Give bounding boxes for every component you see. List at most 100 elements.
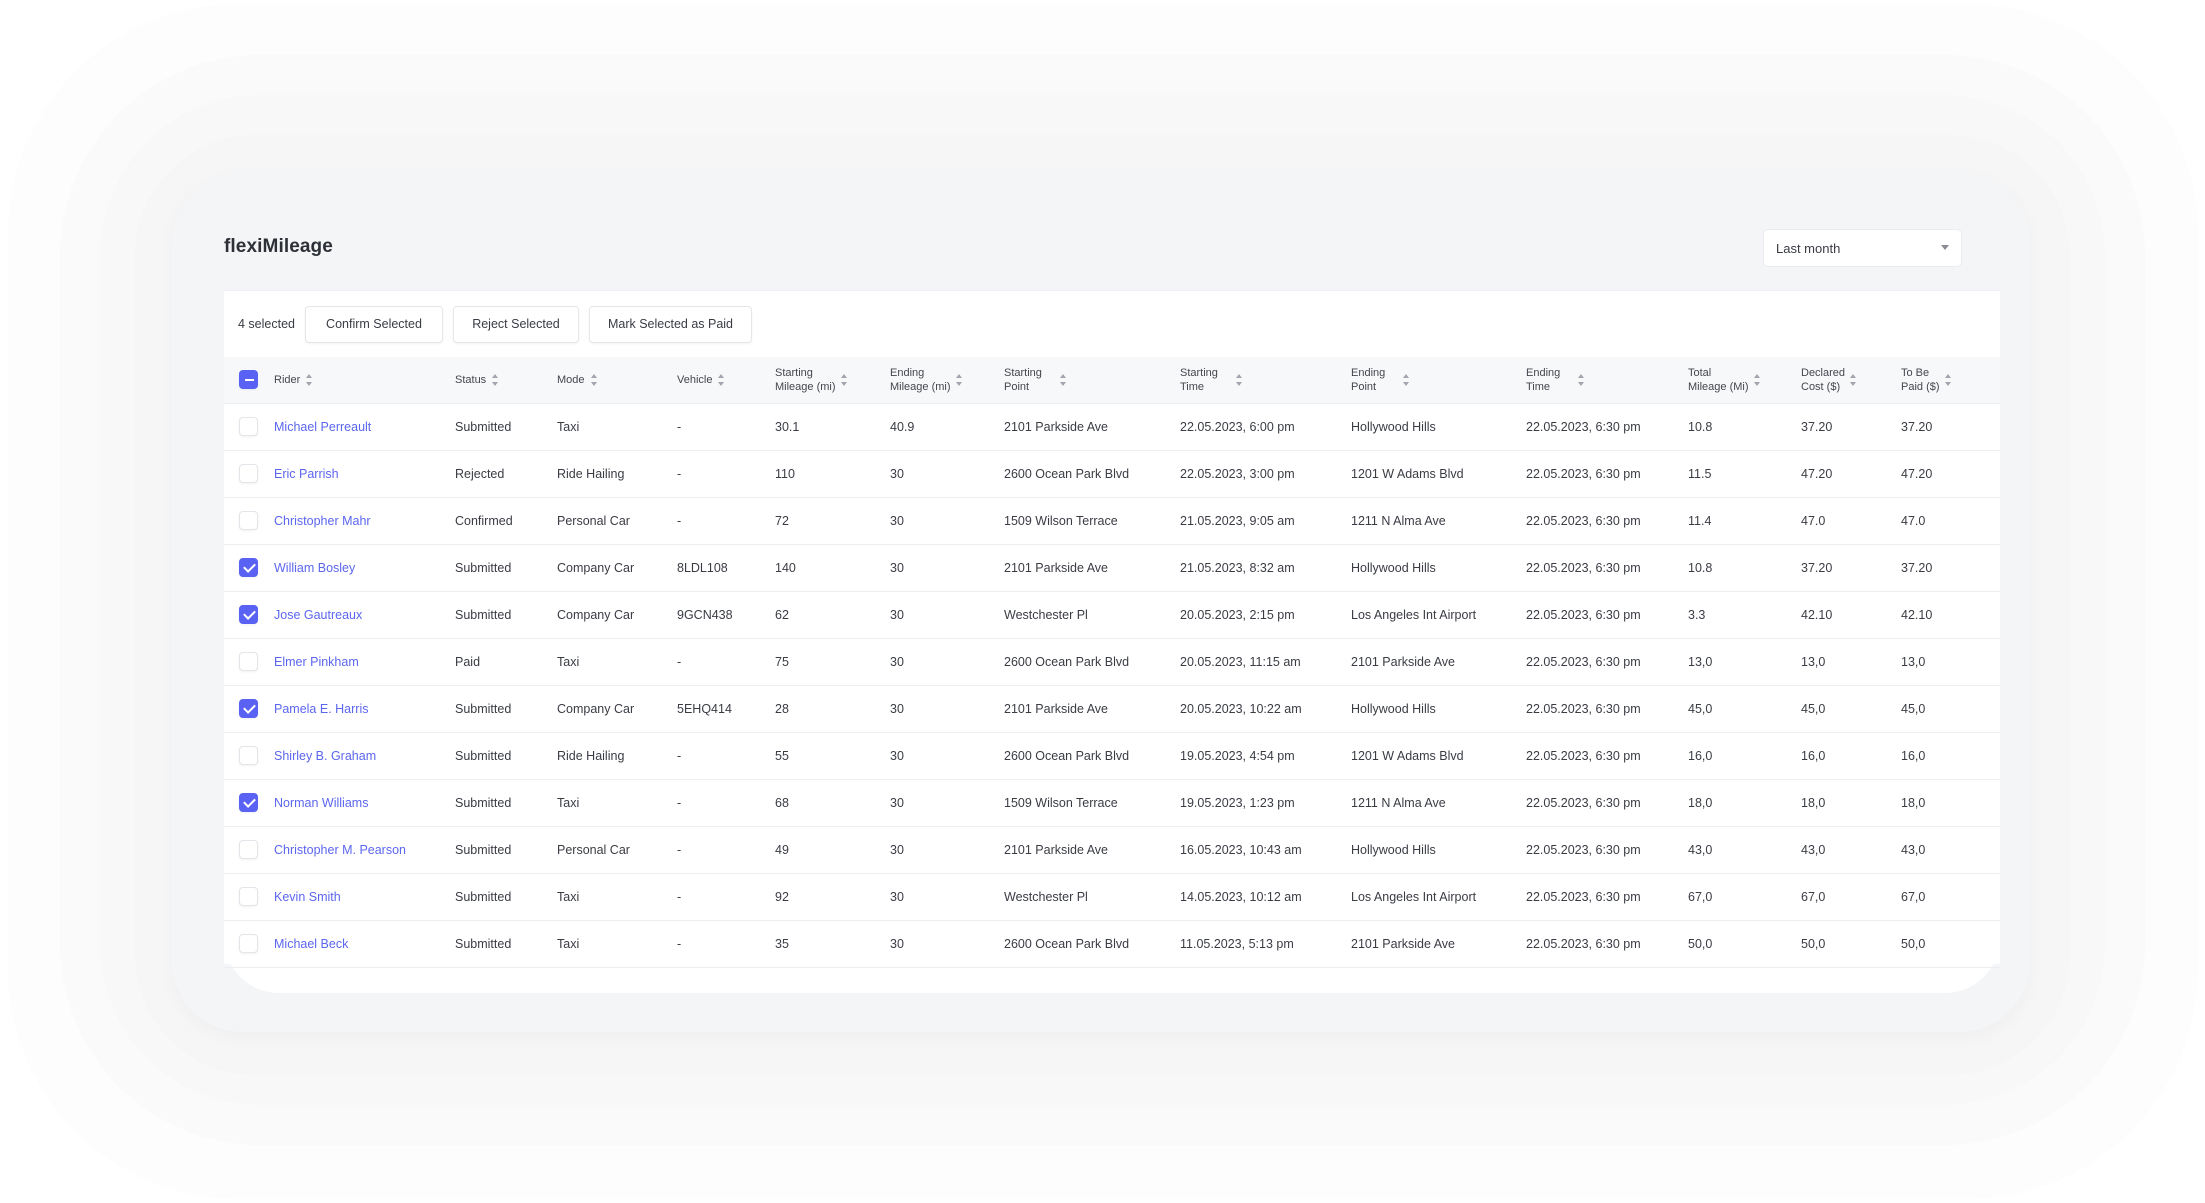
header-label: To Be Paid ($) xyxy=(1901,366,1940,394)
table-row[interactable]: Christopher M. Pearson Submitted Personal … xyxy=(224,826,2000,873)
mode-cell: Taxi xyxy=(557,936,580,951)
sort-icon[interactable] xyxy=(1753,373,1762,386)
starting-mileage-cell: 140 xyxy=(775,560,796,575)
starting-time-cell: 20.05.2023, 10:22 am xyxy=(1180,701,1302,716)
header-ending-point[interactable]: Ending Point xyxy=(1351,357,1526,404)
row-checkbox[interactable] xyxy=(239,934,258,953)
header-ending-time[interactable]: Ending Time xyxy=(1526,357,1688,404)
sort-icon[interactable] xyxy=(955,373,964,386)
total-mileage-cell: 13,0 xyxy=(1688,654,1713,669)
header-label-line2: Time xyxy=(1526,380,1551,393)
sort-icon[interactable] xyxy=(590,373,599,386)
sort-icon[interactable] xyxy=(1578,373,1586,386)
status-cell: Confirmed xyxy=(455,513,513,528)
rider-link[interactable]: Elmer Pinkham xyxy=(274,655,359,669)
table-row[interactable]: Jose Gautreaux Submitted Company Car 9GCN43… xyxy=(224,591,2000,638)
table-row[interactable]: William Bosley Submitted Company Car 8LDL10… xyxy=(224,544,2000,591)
rider-link[interactable]: Eric Parrish xyxy=(274,467,339,481)
row-checkbox[interactable] xyxy=(239,840,258,859)
date-range-select[interactable]: Last month xyxy=(1763,229,1962,267)
sort-icon[interactable] xyxy=(1403,373,1411,386)
header-to-be-paid[interactable]: To Be Paid ($) xyxy=(1901,357,2000,404)
rider-link[interactable]: William Bosley xyxy=(274,561,355,575)
row-select-cell xyxy=(224,591,274,638)
sort-icon[interactable] xyxy=(1850,373,1858,386)
table-row[interactable]: Eric Parrish Rejected Ride Hailing - 110 30 26… xyxy=(224,450,2000,497)
header-mode[interactable]: Mode xyxy=(557,357,677,404)
declared-cost-cell: 42.10 xyxy=(1801,607,1833,622)
ending-point-cell: Hollywood Hills xyxy=(1351,560,1436,575)
sort-icon[interactable] xyxy=(718,373,726,386)
select-all-checkbox[interactable] xyxy=(239,370,258,390)
header-starting-point[interactable]: Starting Point xyxy=(1004,357,1180,404)
vehicle-cell: 5EHQ414 xyxy=(677,701,732,716)
header-ending-mileage[interactable]: Ending Mileage (mi) xyxy=(890,357,1004,404)
starting-point-cell: Westchester Pl xyxy=(1004,607,1088,622)
row-checkbox[interactable] xyxy=(239,464,258,483)
table-row[interactable]: Christopher Mahr Confirmed Personal Car - 72… xyxy=(224,497,2000,544)
table-body: Michael Perreault Submitted Taxi - 30.1 40.9 2… xyxy=(224,403,2000,967)
row-checkbox[interactable] xyxy=(239,887,258,906)
reject-selected-button[interactable]: Reject Selected xyxy=(452,305,579,343)
header-starting-mileage[interactable]: Starting Mileage (mi) xyxy=(775,357,890,404)
ending-time-cell: 22.05.2023, 6:30 pm xyxy=(1526,560,1641,575)
sort-icon[interactable] xyxy=(1059,373,1068,386)
header-vehicle[interactable]: Vehicle xyxy=(677,357,775,404)
header-declared-cost[interactable]: Declared Cost ($) xyxy=(1801,357,1901,404)
header-status[interactable]: Status xyxy=(455,357,557,404)
rider-link[interactable]: Christopher Mahr xyxy=(274,514,371,528)
rider-cell: William Bosley xyxy=(274,544,455,591)
table-row[interactable]: Elmer Pinkham Paid Taxi - 75 30 2600 Ocean Par… xyxy=(224,638,2000,685)
sort-icon[interactable] xyxy=(1235,373,1244,386)
rider-link[interactable]: Norman Williams xyxy=(274,796,368,810)
rider-link[interactable]: Pamela E. Harris xyxy=(274,702,368,716)
row-checkbox[interactable] xyxy=(239,793,258,812)
table-row[interactable]: Pamela E. Harris Submitted Company Car 5EHQ… xyxy=(224,685,2000,732)
header-label: Ending Time xyxy=(1526,366,1560,394)
table-row[interactable]: Shirley B. Graham Submitted Ride Hailing - 5… xyxy=(224,732,2000,779)
sort-icon[interactable] xyxy=(1944,373,1953,386)
header-label: Vehicle xyxy=(677,373,712,387)
sort-icon[interactable] xyxy=(840,373,849,386)
declared-cost-cell: 18,0 xyxy=(1801,795,1826,810)
ending-time-cell: 22.05.2023, 6:30 pm xyxy=(1526,889,1641,904)
rider-link[interactable]: Christopher M. Pearson xyxy=(274,843,406,857)
rider-link[interactable]: Shirley B. Graham xyxy=(274,749,376,763)
rider-cell: Shirley B. Graham xyxy=(274,732,455,779)
row-checkbox[interactable] xyxy=(239,746,258,765)
header-label: Mode xyxy=(557,373,585,387)
rider-link[interactable]: Kevin Smith xyxy=(274,890,341,904)
table-row[interactable]: Michael Perreault Submitted Taxi - 30.1 40.9 2… xyxy=(224,403,2000,450)
header-total-mileage[interactable]: Total Mileage (Mi) xyxy=(1688,357,1801,404)
row-checkbox[interactable] xyxy=(239,605,258,624)
header-label-wrap: To Be Paid ($) xyxy=(1901,366,1953,394)
table-row[interactable]: Norman Williams Submitted Taxi - 68 30 1509 Wi… xyxy=(224,779,2000,826)
rider-link[interactable]: Michael Beck xyxy=(274,937,348,951)
mark-selected-paid-button[interactable]: Mark Selected as Paid xyxy=(588,305,752,343)
ending-point-cell: 2101 Parkside Ave xyxy=(1351,936,1456,951)
declared-cost-cell: 47.0 xyxy=(1801,513,1826,528)
row-checkbox[interactable] xyxy=(239,652,258,671)
ending-mileage-cell: 30 xyxy=(890,466,904,481)
vehicle-cell: - xyxy=(677,889,682,904)
sort-icon[interactable] xyxy=(306,373,314,386)
row-checkbox[interactable] xyxy=(239,417,258,436)
declared-cost-cell: 13,0 xyxy=(1801,654,1826,669)
confirm-selected-button[interactable]: Confirm Selected xyxy=(304,305,443,343)
header-rider[interactable]: Rider xyxy=(274,357,455,404)
table-row[interactable]: Michael Beck Submitted Taxi - 35 30 2600 Ocean… xyxy=(224,920,2000,967)
table-row[interactable]: Kevin Smith Submitted Taxi - 92 30 Westchester… xyxy=(224,873,2000,920)
rider-link[interactable]: Michael Perreault xyxy=(274,420,371,434)
header-label: Ending Point xyxy=(1351,366,1385,394)
row-select-cell xyxy=(224,544,274,591)
status-cell: Submitted xyxy=(455,842,512,857)
declared-cost-cell: 67,0 xyxy=(1801,889,1826,904)
header-label-line2: Point xyxy=(1004,380,1030,393)
header-starting-time[interactable]: Starting Time xyxy=(1180,357,1351,404)
rider-link[interactable]: Jose Gautreaux xyxy=(274,608,362,622)
row-checkbox[interactable] xyxy=(239,699,258,718)
sort-icon[interactable] xyxy=(492,373,500,386)
row-checkbox[interactable] xyxy=(239,511,258,530)
row-checkbox[interactable] xyxy=(239,558,258,577)
header-label-line1: Ending xyxy=(890,366,925,379)
